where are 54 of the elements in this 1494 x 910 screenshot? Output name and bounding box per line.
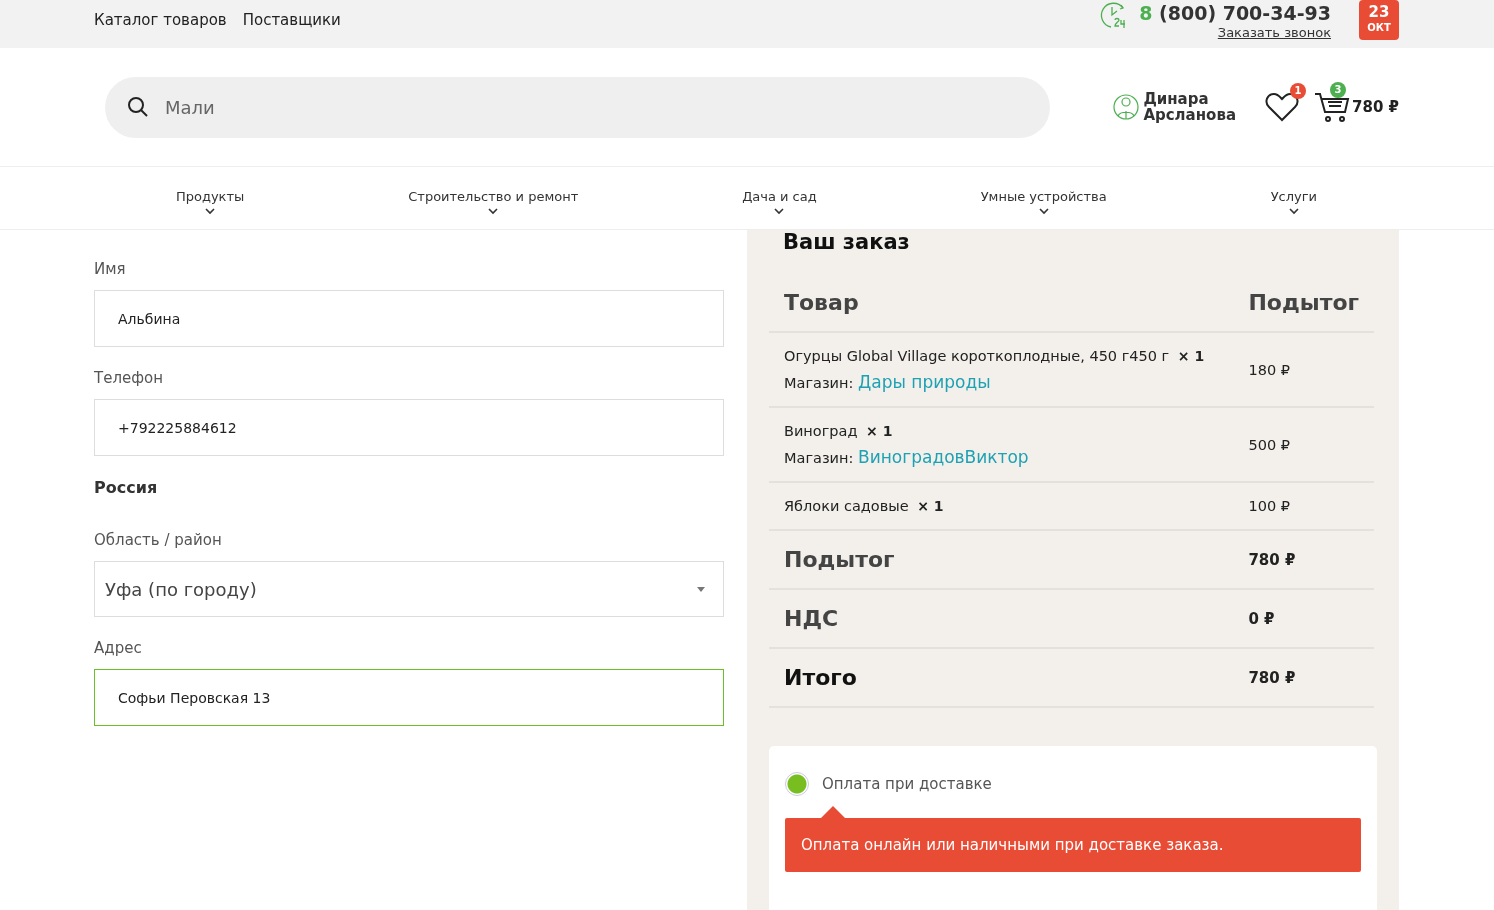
region-select[interactable]: Уфа (по городу) <box>94 561 724 617</box>
chevron-down-icon <box>1288 208 1299 215</box>
product-name: Огурцы Global Village короткоплодные, 450 г450 г <box>784 348 1170 364</box>
chevron-down-icon <box>205 208 216 215</box>
text-input-field[interactable]: Альбина <box>94 290 724 347</box>
item-price: 180 ₽ <box>1233 332 1374 407</box>
top-nav-link[interactable]: Поставщики <box>242 11 341 29</box>
category-menu-item[interactable]: Строительство и ремонт <box>408 189 579 215</box>
payment-note: Оплата онлайн или наличными при доставке заказа. <box>785 818 1361 872</box>
product-name: Виноград <box>784 423 858 439</box>
text-input-field[interactable]: +792225884612 <box>94 399 724 456</box>
caret-icon <box>697 587 705 592</box>
store-label: Магазин: <box>784 375 854 391</box>
chevron-down-icon <box>1038 208 1049 215</box>
field-label: Адрес <box>94 639 143 657</box>
cart-total: 780 ₽ <box>1352 98 1399 116</box>
country-text: Россия <box>94 478 159 497</box>
category-menu-item[interactable]: Дача и сад <box>742 189 817 215</box>
order-title: Ваш заказ <box>782 230 911 254</box>
user-name[interactable]: Динара Арсланова <box>1143 91 1236 123</box>
field-label: Область / район <box>94 531 223 549</box>
total-value: 0 ₽ <box>1233 589 1374 648</box>
column-header: Подытог <box>1233 282 1374 332</box>
total-value: 780 ₽ <box>1233 648 1374 707</box>
cart-count-badge: 3 <box>1330 82 1346 98</box>
item-price: 500 ₽ <box>1233 407 1374 482</box>
category-menu-item[interactable]: Умные устройства <box>980 189 1107 215</box>
field-label: Имя <box>94 260 127 278</box>
date-badge: 23 ОКТ <box>1359 0 1399 40</box>
total-label: НДС <box>769 589 1234 648</box>
category-menu-item[interactable]: Продукты <box>175 189 245 215</box>
text-input-field[interactable]: Софьи Перовская 13 <box>94 669 724 726</box>
search-icon <box>127 96 149 118</box>
callback-link[interactable]: Заказать звонок <box>1139 26 1331 40</box>
item-price: 100 ₽ <box>1233 482 1374 530</box>
top-nav-link[interactable]: Каталог товаров <box>94 11 227 29</box>
search-field[interactable]: Мали <box>105 76 1050 138</box>
quantity: × 1 <box>917 498 944 514</box>
quantity: × 1 <box>866 423 893 439</box>
total-label: Подытог <box>769 530 1234 589</box>
field-label: Телефон <box>94 369 165 387</box>
total-value: 780 ₽ <box>1233 530 1374 589</box>
category-menu-item[interactable]: Услуги <box>1270 189 1317 215</box>
radio-button[interactable] <box>785 772 809 796</box>
store-label: Магазин: <box>784 450 854 466</box>
quantity: × 1 <box>1177 348 1205 364</box>
column-header: Товар <box>769 282 1234 332</box>
chevron-down-icon <box>774 208 785 215</box>
payment-option-label[interactable]: Оплата при доставке <box>822 775 992 793</box>
product-name: Яблоки садовые <box>784 498 909 514</box>
total-label: Итого <box>769 648 1234 707</box>
favorites-count-badge: 1 <box>1290 83 1306 99</box>
chevron-down-icon <box>488 208 499 215</box>
phone-number: 8 (800) 700-34-93 <box>1139 1 1331 26</box>
